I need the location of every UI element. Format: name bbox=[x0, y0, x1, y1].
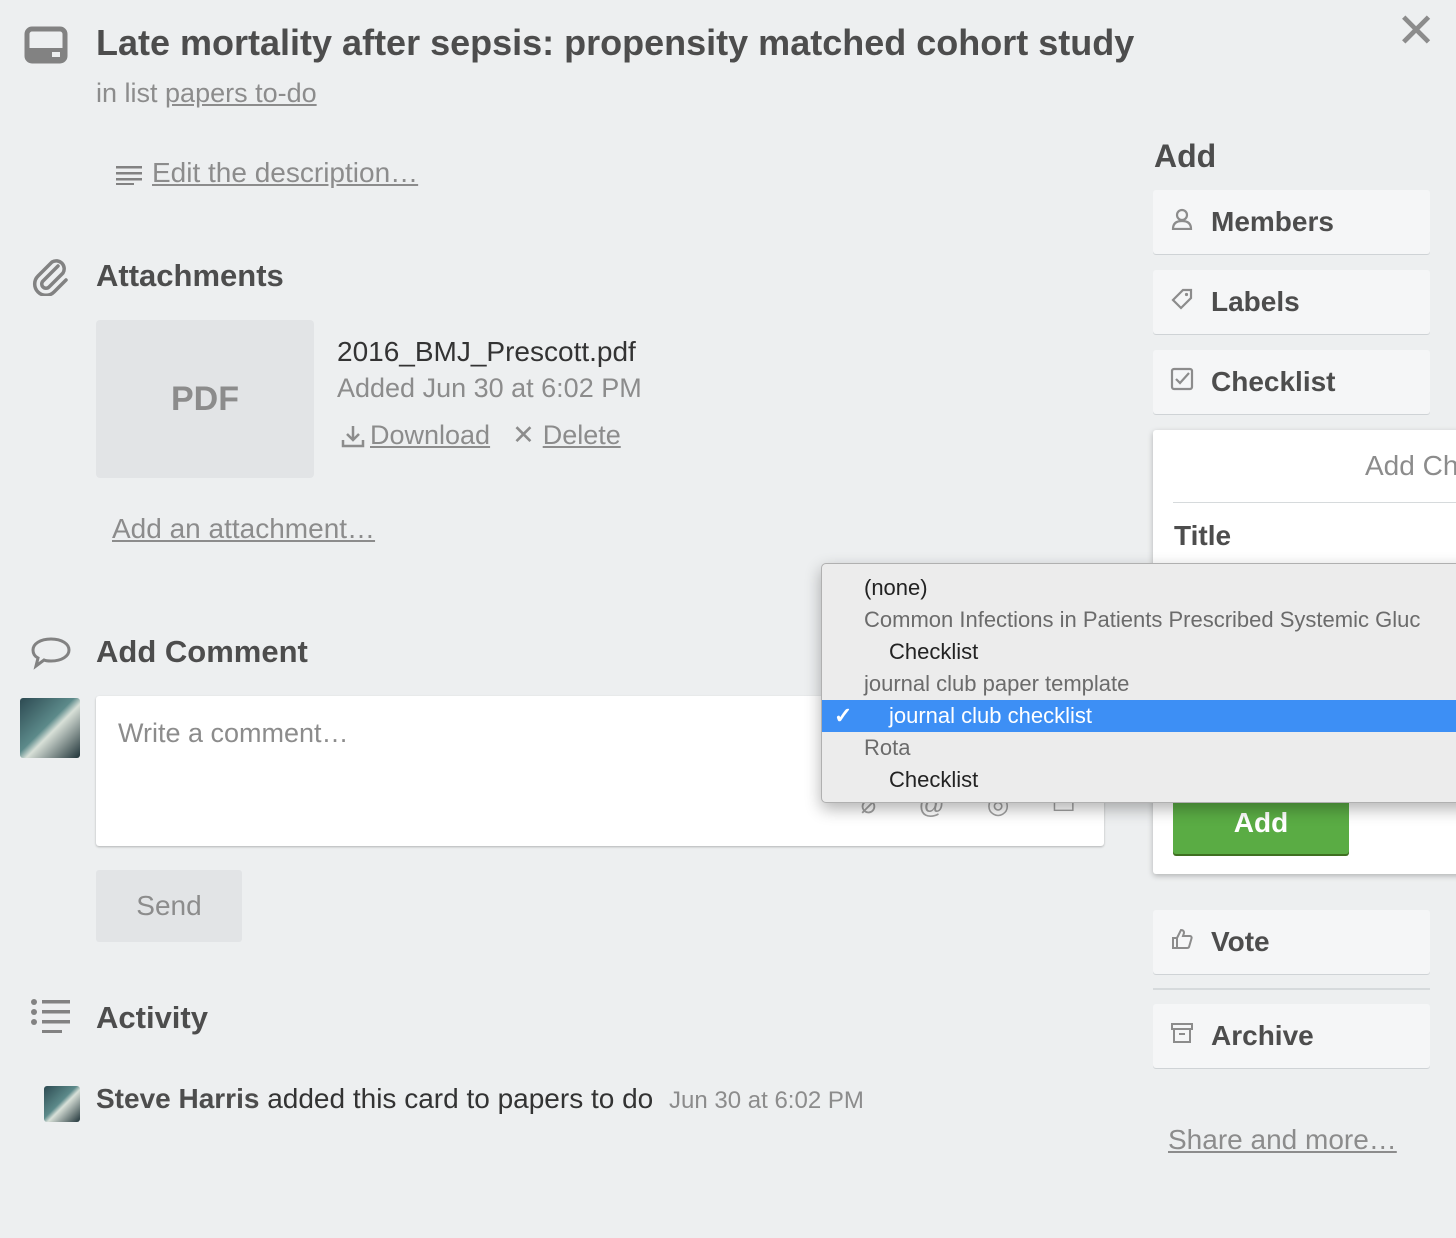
card-icon bbox=[24, 26, 68, 69]
dropdown-option[interactable]: ✓ journal club checklist bbox=[822, 700, 1456, 732]
dropdown-item-label: Checklist bbox=[889, 639, 979, 664]
list-breadcrumb: in list papers to-do bbox=[96, 78, 317, 109]
vote-button[interactable]: Vote bbox=[1153, 910, 1430, 974]
person-icon bbox=[1153, 208, 1211, 237]
labels-button[interactable]: Labels bbox=[1153, 270, 1430, 334]
members-label: Members bbox=[1211, 206, 1334, 237]
avatar bbox=[20, 698, 80, 758]
dropdown-option[interactable]: Checklist bbox=[822, 764, 1456, 796]
activity-title: Activity bbox=[96, 1000, 208, 1035]
share-and-more-link[interactable]: Share and more… bbox=[1168, 1124, 1397, 1156]
vote-label: Vote bbox=[1211, 926, 1270, 957]
copy-items-dropdown[interactable]: (none) Common Infections in Patients Pres… bbox=[821, 563, 1456, 803]
attachment-thumbnail[interactable]: PDF bbox=[96, 320, 314, 478]
checklist-button[interactable]: Checklist bbox=[1153, 350, 1430, 414]
checkmark-icon: ✓ bbox=[834, 703, 853, 728]
popover-divider bbox=[1173, 502, 1456, 503]
activity-user[interactable]: Steve Harris bbox=[96, 1083, 259, 1114]
dropdown-group-label: Common Infections in Patients Prescribed… bbox=[822, 604, 1456, 636]
download-link[interactable]: Download bbox=[340, 420, 490, 451]
archive-box-icon bbox=[1153, 1021, 1211, 1052]
activity-list-icon bbox=[30, 998, 72, 1039]
activity-entry: Steve Harris added this card to papers t… bbox=[96, 1083, 864, 1115]
delete-label: Delete bbox=[542, 420, 621, 450]
dropdown-item-label: Common Infections in Patients Prescribed… bbox=[864, 607, 1421, 632]
download-icon bbox=[341, 425, 365, 447]
dropdown-item-label: journal club paper template bbox=[864, 671, 1130, 696]
download-label: Download bbox=[370, 420, 491, 450]
in-list-prefix: in list bbox=[96, 78, 158, 108]
close-icon[interactable]: ✕ bbox=[1396, 8, 1436, 56]
dropdown-item-label: journal club checklist bbox=[889, 703, 1092, 728]
attachment-added-date: Added Jun 30 at 6:02 PM bbox=[337, 373, 642, 403]
list-link[interactable]: papers to-do bbox=[165, 78, 317, 108]
description-icon bbox=[116, 165, 142, 190]
sidebar-divider bbox=[1153, 988, 1430, 990]
edit-description-link[interactable]: Edit the description… bbox=[152, 157, 418, 189]
add-comment-title: Add Comment bbox=[96, 634, 308, 669]
dropdown-option[interactable]: (none) bbox=[822, 572, 1456, 604]
dropdown-item-label: Rota bbox=[864, 735, 911, 760]
send-button[interactable]: Send bbox=[96, 870, 242, 942]
add-attachment-link[interactable]: Add an attachment… bbox=[112, 513, 375, 545]
checkbox-icon bbox=[1153, 367, 1211, 398]
checklist-label: Checklist bbox=[1211, 366, 1336, 397]
activity-avatar[interactable] bbox=[44, 1086, 80, 1122]
thumbs-up-icon bbox=[1153, 927, 1211, 958]
delete-x-icon: ✕ bbox=[512, 420, 535, 450]
sidebar-add-heading: Add bbox=[1154, 138, 1217, 174]
dropdown-group-label: Rota bbox=[822, 732, 1456, 764]
comment-bubble-icon bbox=[30, 636, 72, 675]
attachments-title: Attachments bbox=[96, 258, 284, 293]
card-title[interactable]: Late mortality after sepsis: propensity … bbox=[96, 22, 1134, 64]
archive-label: Archive bbox=[1211, 1020, 1314, 1051]
attachment-actions: Download ✕ Delete bbox=[340, 420, 621, 451]
dropdown-option[interactable]: Checklist bbox=[822, 636, 1456, 668]
paperclip-icon bbox=[30, 256, 70, 301]
activity-time[interactable]: Jun 30 at 6:02 PM bbox=[669, 1087, 864, 1114]
popover-title: Add Ch bbox=[1365, 450, 1456, 481]
tag-icon bbox=[1153, 287, 1211, 318]
members-button[interactable]: Members bbox=[1153, 190, 1430, 254]
dropdown-item-label: (none) bbox=[864, 575, 928, 600]
delete-link[interactable]: ✕ Delete bbox=[512, 420, 621, 451]
dropdown-item-label: Checklist bbox=[889, 767, 979, 792]
activity-action: added this card to papers to do bbox=[267, 1083, 654, 1114]
labels-label: Labels bbox=[1211, 286, 1300, 317]
archive-button[interactable]: Archive bbox=[1153, 1004, 1430, 1068]
dropdown-group-label: journal club paper template bbox=[822, 668, 1456, 700]
comment-placeholder: Write a comment… bbox=[118, 718, 349, 748]
title-field-label: Title bbox=[1174, 520, 1232, 551]
attachment-file-name: 2016_BMJ_Prescott.pdf bbox=[337, 336, 636, 367]
